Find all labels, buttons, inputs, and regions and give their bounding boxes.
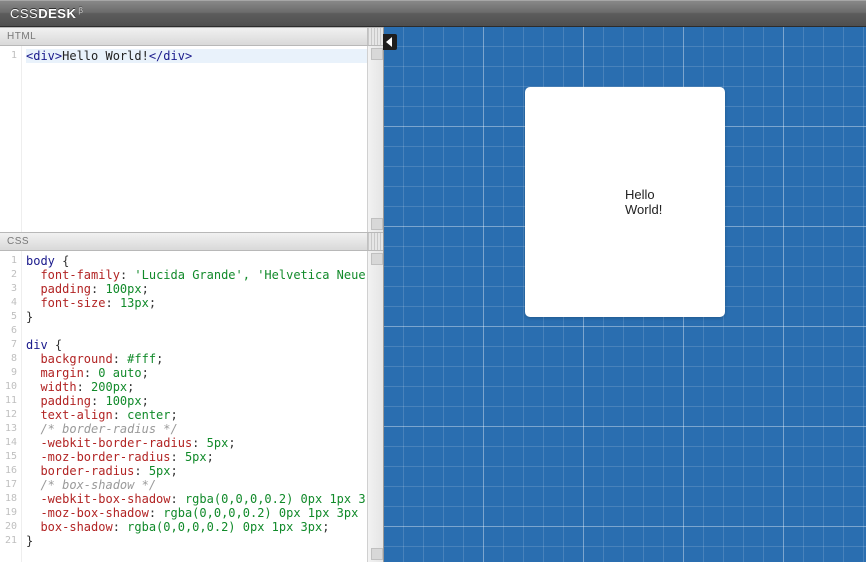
editor-column: HTML 1 <div>Hello World!</div> CSS 12345…	[0, 27, 384, 562]
logo-beta: β	[78, 6, 83, 15]
line-number: 1	[0, 49, 17, 63]
html-editor[interactable]: 1 <div>Hello World!</div>	[0, 46, 383, 232]
css-panel-label: CSS	[7, 236, 29, 247]
css-panel-grip[interactable]	[367, 233, 383, 250]
code-line[interactable]: }	[26, 534, 383, 548]
code-line[interactable]: font-family: 'Lucida Grande', 'Helvetica…	[26, 268, 383, 282]
line-number: 10	[0, 380, 17, 394]
code-line[interactable]: background: #fff;	[26, 352, 383, 366]
line-number: 17	[0, 478, 17, 492]
code-line[interactable]: font-size: 13px;	[26, 296, 383, 310]
code-line[interactable]: width: 200px;	[26, 380, 383, 394]
code-line[interactable]: /* border-radius */	[26, 422, 383, 436]
code-line[interactable]: text-align: center;	[26, 408, 383, 422]
code-line[interactable]: -webkit-box-shadow: rgba(0,0,0,0.2) 0px …	[26, 492, 383, 506]
line-number: 21	[0, 534, 17, 548]
html-panel-label: HTML	[7, 31, 36, 42]
line-number: 8	[0, 352, 17, 366]
html-lines[interactable]: <div>Hello World!</div>	[22, 46, 383, 232]
line-number: 14	[0, 436, 17, 450]
line-number: 19	[0, 506, 17, 520]
line-number: 5	[0, 310, 17, 324]
code-line[interactable]: padding: 100px;	[26, 282, 383, 296]
code-line[interactable]: padding: 100px;	[26, 394, 383, 408]
app-header: CSSDESKβ	[0, 0, 866, 27]
code-line[interactable]: -moz-box-shadow: rgba(0,0,0,0.2) 0px 1px…	[26, 506, 383, 520]
line-number: 12	[0, 408, 17, 422]
line-number: 11	[0, 394, 17, 408]
app-logo: CSSDESKβ	[10, 6, 83, 21]
html-panel-header: HTML	[0, 27, 383, 46]
html-panel-grip[interactable]	[367, 28, 383, 45]
code-line[interactable]: <div>Hello World!</div>	[26, 49, 383, 63]
css-editor[interactable]: 123456789101112131415161718192021 body {…	[0, 251, 383, 562]
line-number: 9	[0, 366, 17, 380]
code-line[interactable]	[26, 324, 383, 338]
code-line[interactable]: div {	[26, 338, 383, 352]
code-line[interactable]: -webkit-border-radius: 5px;	[26, 436, 383, 450]
preview-pane: Hello World!	[384, 27, 866, 562]
css-scrollbar[interactable]	[367, 251, 383, 562]
code-line[interactable]: -moz-border-radius: 5px;	[26, 450, 383, 464]
code-line[interactable]: margin: 0 auto;	[26, 366, 383, 380]
line-number: 4	[0, 296, 17, 310]
line-number: 16	[0, 464, 17, 478]
code-line[interactable]: border-radius: 5px;	[26, 464, 383, 478]
line-number: 18	[0, 492, 17, 506]
logo-part-light: CSS	[10, 6, 38, 21]
line-number: 13	[0, 422, 17, 436]
css-gutter: 123456789101112131415161718192021	[0, 251, 22, 562]
line-number: 7	[0, 338, 17, 352]
code-line[interactable]: /* box-shadow */	[26, 478, 383, 492]
line-number: 3	[0, 282, 17, 296]
code-line[interactable]: }	[26, 310, 383, 324]
line-number: 15	[0, 450, 17, 464]
html-scrollbar[interactable]	[367, 46, 383, 232]
preview-hello-box: Hello World!	[525, 87, 725, 317]
code-line[interactable]: box-shadow: rgba(0,0,0,0.2) 0px 1px 3px;	[26, 520, 383, 534]
line-number: 2	[0, 268, 17, 282]
html-gutter: 1	[0, 46, 22, 232]
css-panel-header: CSS	[0, 232, 383, 251]
logo-part-bold: DESK	[38, 6, 76, 21]
code-line[interactable]: body {	[26, 254, 383, 268]
line-number: 6	[0, 324, 17, 338]
preview-hello-text: Hello World!	[625, 187, 662, 217]
line-number: 1	[0, 254, 17, 268]
css-lines[interactable]: body { font-family: 'Lucida Grande', 'He…	[22, 251, 383, 562]
preview-content: Hello World!	[384, 27, 866, 562]
line-number: 20	[0, 520, 17, 534]
